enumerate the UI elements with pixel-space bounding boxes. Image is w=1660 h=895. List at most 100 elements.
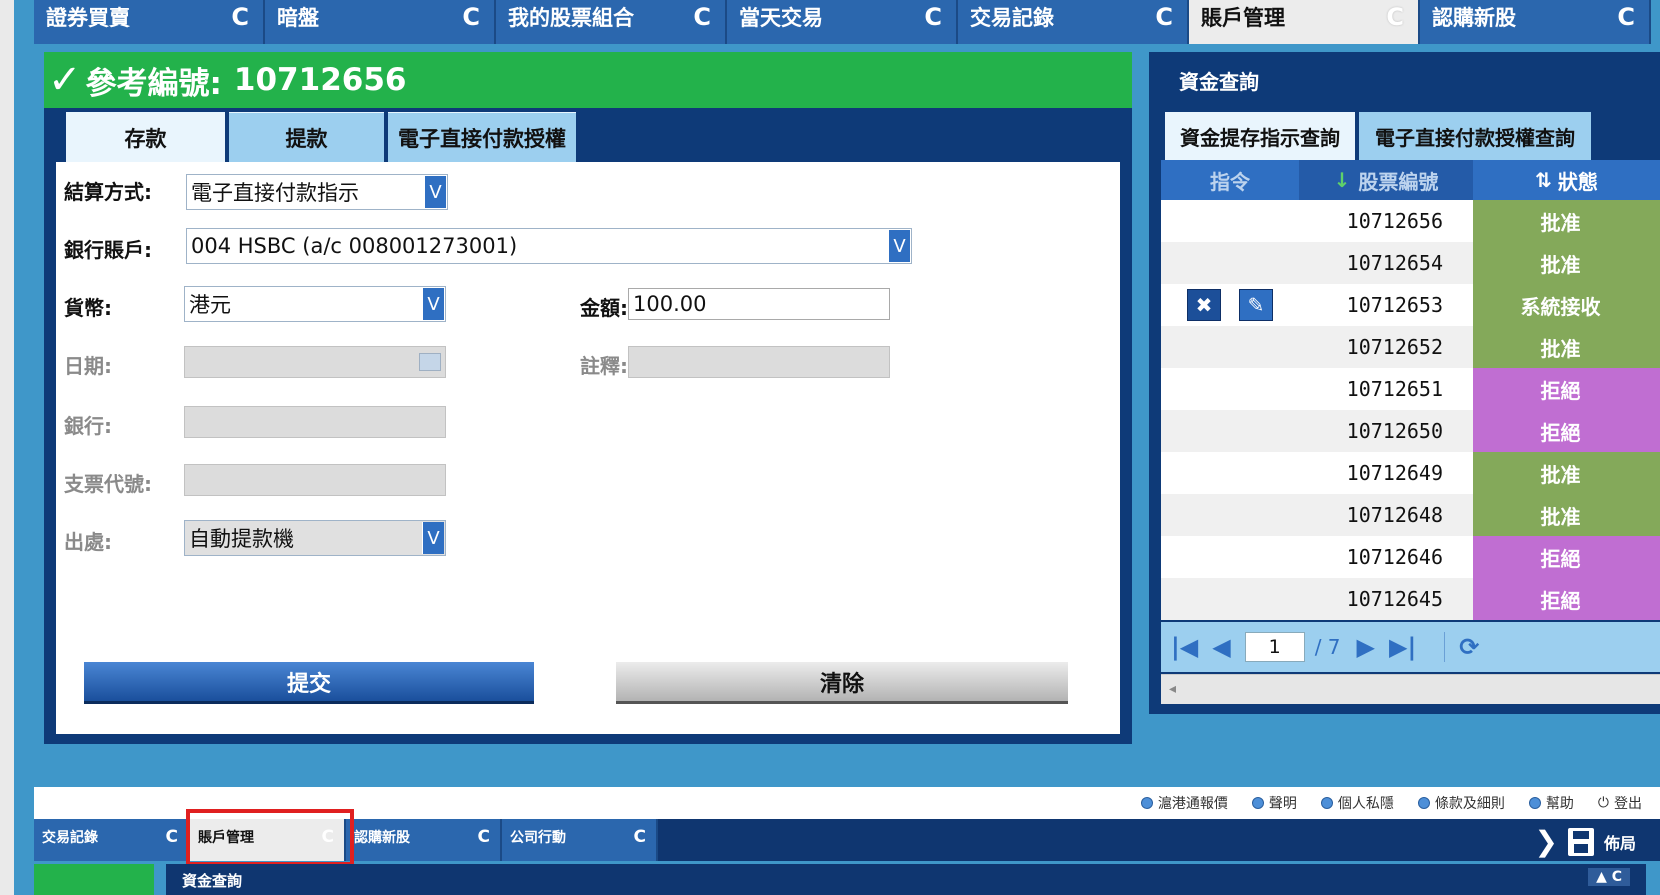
cancel-icon[interactable]: ✖ xyxy=(1187,289,1221,321)
settlement-select[interactable]: 電子直接付款指示 V xyxy=(186,174,448,210)
table-row[interactable]: 10712650 拒絕 xyxy=(1161,410,1660,452)
table-row[interactable]: 10712648 批准 xyxy=(1161,494,1660,536)
chevron-down-icon[interactable]: V xyxy=(888,230,910,262)
tab-today-trades[interactable]: 當天交易 C xyxy=(727,0,958,44)
row-actions xyxy=(1161,410,1299,452)
reference-label: 參考編號: xyxy=(85,65,222,102)
horizontal-scrollbar[interactable]: ◂ xyxy=(1161,674,1660,704)
tab-account-management[interactable]: 賬戶管理 C xyxy=(1189,0,1420,44)
column-action[interactable]: 指令 xyxy=(1161,160,1299,200)
table-row[interactable]: 10712649 批准 xyxy=(1161,452,1660,494)
bottom-tab-ipo-subscription[interactable]: 認購新股 C xyxy=(346,819,502,861)
table-row[interactable]: ✖ ✎ 10712653 系統接收 xyxy=(1161,284,1660,326)
row-number: 10712653 xyxy=(1346,293,1443,317)
table-row[interactable]: 10712651 拒絕 xyxy=(1161,368,1660,410)
refresh-icon[interactable]: C xyxy=(478,827,490,847)
tab-ipo-subscription[interactable]: 認購新股 C xyxy=(1420,0,1651,44)
table-row[interactable]: 10712652 批准 xyxy=(1161,326,1660,368)
bank-account-select[interactable]: 004 HSBC (a/c 008001273001) V xyxy=(186,228,912,264)
page-input[interactable]: 1 xyxy=(1244,632,1305,662)
refresh-icon[interactable]: C xyxy=(1617,3,1635,31)
remark-input[interactable] xyxy=(628,346,890,378)
row-number: 10712645 xyxy=(1346,587,1443,611)
date-input[interactable] xyxy=(184,346,446,378)
row-number: 10712654 xyxy=(1346,251,1443,275)
row-number: 10712648 xyxy=(1346,503,1443,527)
edit-icon[interactable]: ✎ xyxy=(1239,289,1273,321)
refresh-icon[interactable]: C xyxy=(634,827,646,847)
refresh-icon[interactable]: C xyxy=(1155,3,1173,31)
table-row[interactable]: 10712656 批准 xyxy=(1161,200,1660,242)
prev-page-icon[interactable]: ◀ xyxy=(1212,633,1230,661)
next-page-icon[interactable]: ▶ xyxy=(1357,633,1375,661)
bank-label: 銀行: xyxy=(64,414,112,438)
left-edge-strip xyxy=(0,0,14,895)
tab-deposit[interactable]: 存款 xyxy=(66,112,225,162)
fund-instruction-panel: ✓ 參考編號: 10712656 存款 提款 電子直接付款授權 結算方式: 電子… xyxy=(44,52,1132,744)
row-number: 10712646 xyxy=(1346,545,1443,569)
bottom-tab-trade-records[interactable]: 交易記錄 C xyxy=(34,819,190,861)
first-page-icon[interactable]: |◀ xyxy=(1171,633,1198,661)
refresh-icon[interactable]: C xyxy=(231,3,249,31)
link-privacy[interactable]: 個人私隱 xyxy=(1320,793,1394,813)
chevron-down-icon[interactable]: V xyxy=(422,522,444,554)
link-disclaimer[interactable]: 聲明 xyxy=(1251,793,1297,813)
refresh-icon[interactable]: C xyxy=(924,3,942,31)
submit-button[interactable]: 提交 xyxy=(84,662,534,704)
row-number: 10712651 xyxy=(1346,377,1443,401)
tab-withdrawal[interactable]: 提款 xyxy=(229,112,384,162)
table-row[interactable]: 10712646 拒絕 xyxy=(1161,536,1660,578)
refresh-icon[interactable]: C xyxy=(462,3,480,31)
link-sh-hk-quotes[interactable]: 滬港通報價 xyxy=(1140,793,1228,813)
save-icon[interactable] xyxy=(1567,827,1594,856)
row-actions xyxy=(1161,578,1299,620)
status-edge xyxy=(1648,578,1660,620)
tab-trade-records[interactable]: 交易記錄 C xyxy=(958,0,1189,44)
sort-toggle-icon: ⇅ xyxy=(1535,168,1552,192)
tab-fund-instruction-enquiry[interactable]: 資金提存指示查詢 xyxy=(1165,112,1355,160)
status-badge: 拒絕 xyxy=(1473,410,1648,452)
row-actions xyxy=(1161,536,1299,578)
refresh-icon[interactable]: C xyxy=(166,827,178,847)
amount-input[interactable]: 100.00 xyxy=(628,288,890,320)
currency-select[interactable]: 港元 V xyxy=(184,286,446,322)
bank-input[interactable] xyxy=(184,406,446,438)
cheque-input[interactable] xyxy=(184,464,446,496)
refresh-icon[interactable]: C xyxy=(1386,3,1404,31)
column-number[interactable]: ↓ 股票編號 xyxy=(1299,160,1473,200)
tab-edda-enquiry[interactable]: 電子直接付款授權查詢 xyxy=(1359,112,1591,160)
table-row[interactable]: 10712645 拒絕 xyxy=(1161,578,1660,620)
status-edge xyxy=(1648,410,1660,452)
tab-edda-authorization[interactable]: 電子直接付款授權 xyxy=(388,112,576,162)
status-edge xyxy=(1648,494,1660,536)
tab-grey-market[interactable]: 暗盤 C xyxy=(265,0,496,44)
link-help[interactable]: 幫助 xyxy=(1528,793,1574,813)
refresh-icon[interactable]: ⟳ xyxy=(1459,633,1479,661)
layout-label[interactable]: 佈局 xyxy=(1604,830,1636,854)
source-select[interactable]: 自動提款機 V xyxy=(184,520,446,556)
clear-button[interactable]: 清除 xyxy=(616,662,1068,704)
column-status[interactable]: ⇅ 狀態 xyxy=(1473,160,1660,200)
bottom-green-block xyxy=(34,864,154,895)
power-icon: ⏻ xyxy=(1597,795,1609,811)
logout-link[interactable]: ⏻ 登出 xyxy=(1598,793,1642,813)
chevron-right-icon[interactable]: ❯ xyxy=(1535,825,1558,858)
chevron-down-icon[interactable]: V xyxy=(422,288,444,320)
tab-securities-trading[interactable]: 證券買賣 C xyxy=(34,0,265,44)
row-number: 10712650 xyxy=(1346,419,1443,443)
panel-collapse-control[interactable]: ▲ C xyxy=(1588,868,1630,886)
status-edge xyxy=(1648,536,1660,578)
last-page-icon[interactable]: ▶| xyxy=(1389,633,1416,661)
chevron-down-icon[interactable]: V xyxy=(424,176,446,208)
currency-label: 貨幣: xyxy=(64,296,112,320)
table-row[interactable]: 10712654 批准 xyxy=(1161,242,1660,284)
bottom-tab-corporate-actions[interactable]: 公司行動 C xyxy=(502,819,658,861)
sort-arrow-icon: ↓ xyxy=(1333,168,1351,192)
calendar-icon[interactable] xyxy=(419,353,441,371)
refresh-icon[interactable]: C xyxy=(693,3,711,31)
status-badge: 拒絕 xyxy=(1473,536,1648,578)
link-terms[interactable]: 條款及細則 xyxy=(1417,793,1505,813)
reference-number: 10712656 xyxy=(233,62,407,98)
deposit-form: 結算方式: 電子直接付款指示 V 銀行賬戶: 004 HSBC (a/c 008… xyxy=(56,162,1120,734)
tab-my-portfolio[interactable]: 我的股票組合 C xyxy=(496,0,727,44)
